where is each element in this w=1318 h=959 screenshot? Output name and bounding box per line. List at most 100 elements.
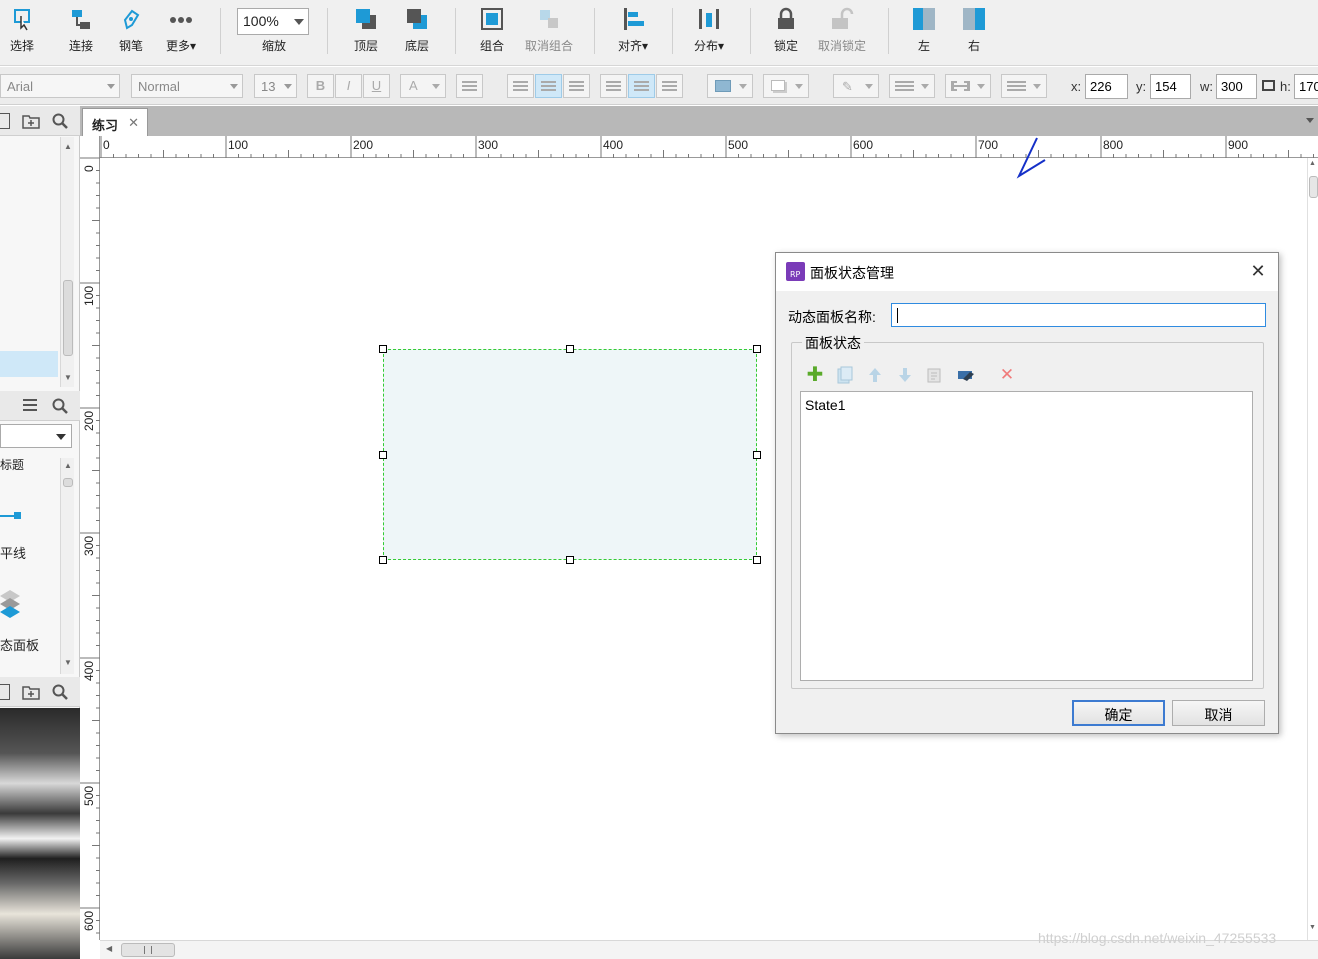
arrow-style-button[interactable] [1001,74,1047,98]
pages-scroll-thumb[interactable] [63,280,73,356]
ok-button[interactable]: 确定 [1072,700,1165,726]
line-style-button[interactable] [945,74,991,98]
distribute-button[interactable]: 分布▾ [686,4,732,60]
chevron-down-icon [977,84,985,89]
add-folder-icon[interactable] [22,684,40,700]
selected-page-row[interactable] [0,351,58,377]
dialog-title-bar[interactable]: RP 面板状态管理 ✕ [776,253,1278,291]
y-input[interactable]: 154 [1150,74,1191,99]
ruler-label: 500 [82,785,96,806]
unlock-button[interactable]: 取消锁定 [814,4,870,60]
send-to-back-button[interactable]: 底层 [395,4,439,60]
scroll-up-icon[interactable]: ▲ [64,142,72,151]
pen-tool-button[interactable]: 钢笔 [112,4,150,60]
align-button[interactable]: 对齐▾ [610,4,656,60]
duplicate-state-icon[interactable] [836,366,854,384]
list-item[interactable]: State1 [805,397,845,413]
valign-top-button[interactable] [600,74,627,98]
add-master-icon[interactable] [0,684,10,700]
x-input[interactable]: 226 [1085,74,1128,99]
ungroup-button[interactable]: 取消组合 [520,4,578,60]
resize-handle-bottom-right[interactable] [753,556,761,564]
search-icon[interactable] [52,398,68,414]
move-up-icon[interactable] [866,366,884,384]
shadow-button[interactable] [763,74,809,98]
select-tool-button[interactable]: 选择 [0,4,44,60]
search-icon[interactable] [52,684,68,700]
scroll-down-icon[interactable]: ▼ [1309,924,1316,931]
state-list[interactable]: State1 [800,391,1253,681]
resize-handle-bottom[interactable] [566,556,574,564]
lock-button[interactable]: 锁定 [766,4,806,60]
cancel-button[interactable]: 取消 [1172,700,1265,726]
underline-button[interactable]: U [363,74,390,98]
tab-practice[interactable]: 练习 ✕ [82,108,148,136]
search-icon[interactable] [52,113,68,129]
left-panel-toggle-button[interactable]: 左 [904,4,944,60]
bring-to-front-button[interactable]: 顶层 [344,4,388,60]
close-icon[interactable]: ✕ [128,115,139,131]
fill-color-icon [715,80,731,92]
libraries-scrollbar[interactable]: ▲ ▼ [60,458,74,674]
panel-name-input[interactable] [891,303,1266,327]
connector-icon [68,6,94,32]
edit-all-states-icon[interactable] [956,366,974,384]
font-style-select[interactable]: Normal [131,74,243,98]
resize-handle-right[interactable] [753,451,761,459]
resize-handle-top-left[interactable] [379,345,387,353]
valign-middle-button[interactable] [628,74,655,98]
vertical-ruler: 0 100 200 300 400 500 600 [80,136,100,940]
w-input[interactable]: 300 [1216,74,1257,99]
libraries-scroll-thumb[interactable] [63,478,73,487]
resize-handle-bottom-left[interactable] [379,556,387,564]
tab-overflow-chevron-icon[interactable] [1306,118,1314,123]
line-width-button[interactable] [889,74,935,98]
canvas-hscroll-thumb[interactable] [121,943,175,957]
dynamic-panel-widget-icon[interactable] [0,590,22,629]
group-button[interactable]: 组合 [470,4,514,60]
dynamic-panel-widget[interactable] [383,349,757,560]
more-tools-button[interactable]: 更多▾ [160,4,202,60]
toolbar-divider [672,8,673,54]
font-family-select[interactable]: Arial [0,74,120,98]
bullet-list-button[interactable] [456,74,483,98]
bring-to-front-icon [353,6,379,32]
add-state-icon[interactable]: ✚ [806,365,824,385]
scroll-down-icon[interactable]: ▼ [64,373,72,382]
add-page-icon[interactable] [0,113,10,129]
add-folder-icon[interactable] [22,113,40,129]
scroll-up-icon[interactable]: ▲ [64,461,72,470]
canvas-vscroll-thumb[interactable] [1309,176,1318,198]
aspect-lock-icon[interactable] [1262,80,1275,91]
italic-button[interactable]: I [335,74,362,98]
menu-icon[interactable] [22,397,38,413]
valign-bottom-button[interactable] [656,74,683,98]
format-toolbar: Arial Normal 13 B I U A ✎ x: 226 y: 154 … [0,67,1318,105]
scroll-left-icon[interactable]: ◀ [106,944,112,953]
axure-app-icon: RP [786,262,805,281]
right-panel-toggle-button[interactable]: 右 [954,4,994,60]
move-down-icon[interactable] [896,366,914,384]
align-text-center-button[interactable] [535,74,562,98]
h-input[interactable]: 170 [1294,74,1318,99]
close-icon[interactable]: ✕ [1248,261,1268,281]
align-text-left-button[interactable] [507,74,534,98]
delete-state-icon[interactable]: ✕ [998,366,1016,384]
fill-color-button[interactable] [707,74,753,98]
text-color-button[interactable]: A [400,74,446,98]
scroll-up-icon[interactable]: ▲ [1309,160,1316,167]
edit-state-icon[interactable] [926,366,944,384]
resize-handle-top-right[interactable] [753,345,761,353]
pages-scrollbar[interactable]: ▲ ▼ [60,137,74,387]
resize-handle-left[interactable] [379,451,387,459]
align-text-right-button[interactable] [563,74,590,98]
line-color-button[interactable]: ✎ [833,74,879,98]
connect-tool-button[interactable]: 连接 [62,4,100,60]
scroll-down-icon[interactable]: ▼ [64,658,72,667]
bold-button[interactable]: B [307,74,334,98]
list-icon [462,81,477,91]
library-select[interactable] [0,424,72,448]
resize-handle-top[interactable] [566,345,574,353]
font-size-select[interactable]: 13 [254,74,297,98]
canvas-vertical-scrollbar[interactable]: ▲ ▼ [1307,158,1318,940]
